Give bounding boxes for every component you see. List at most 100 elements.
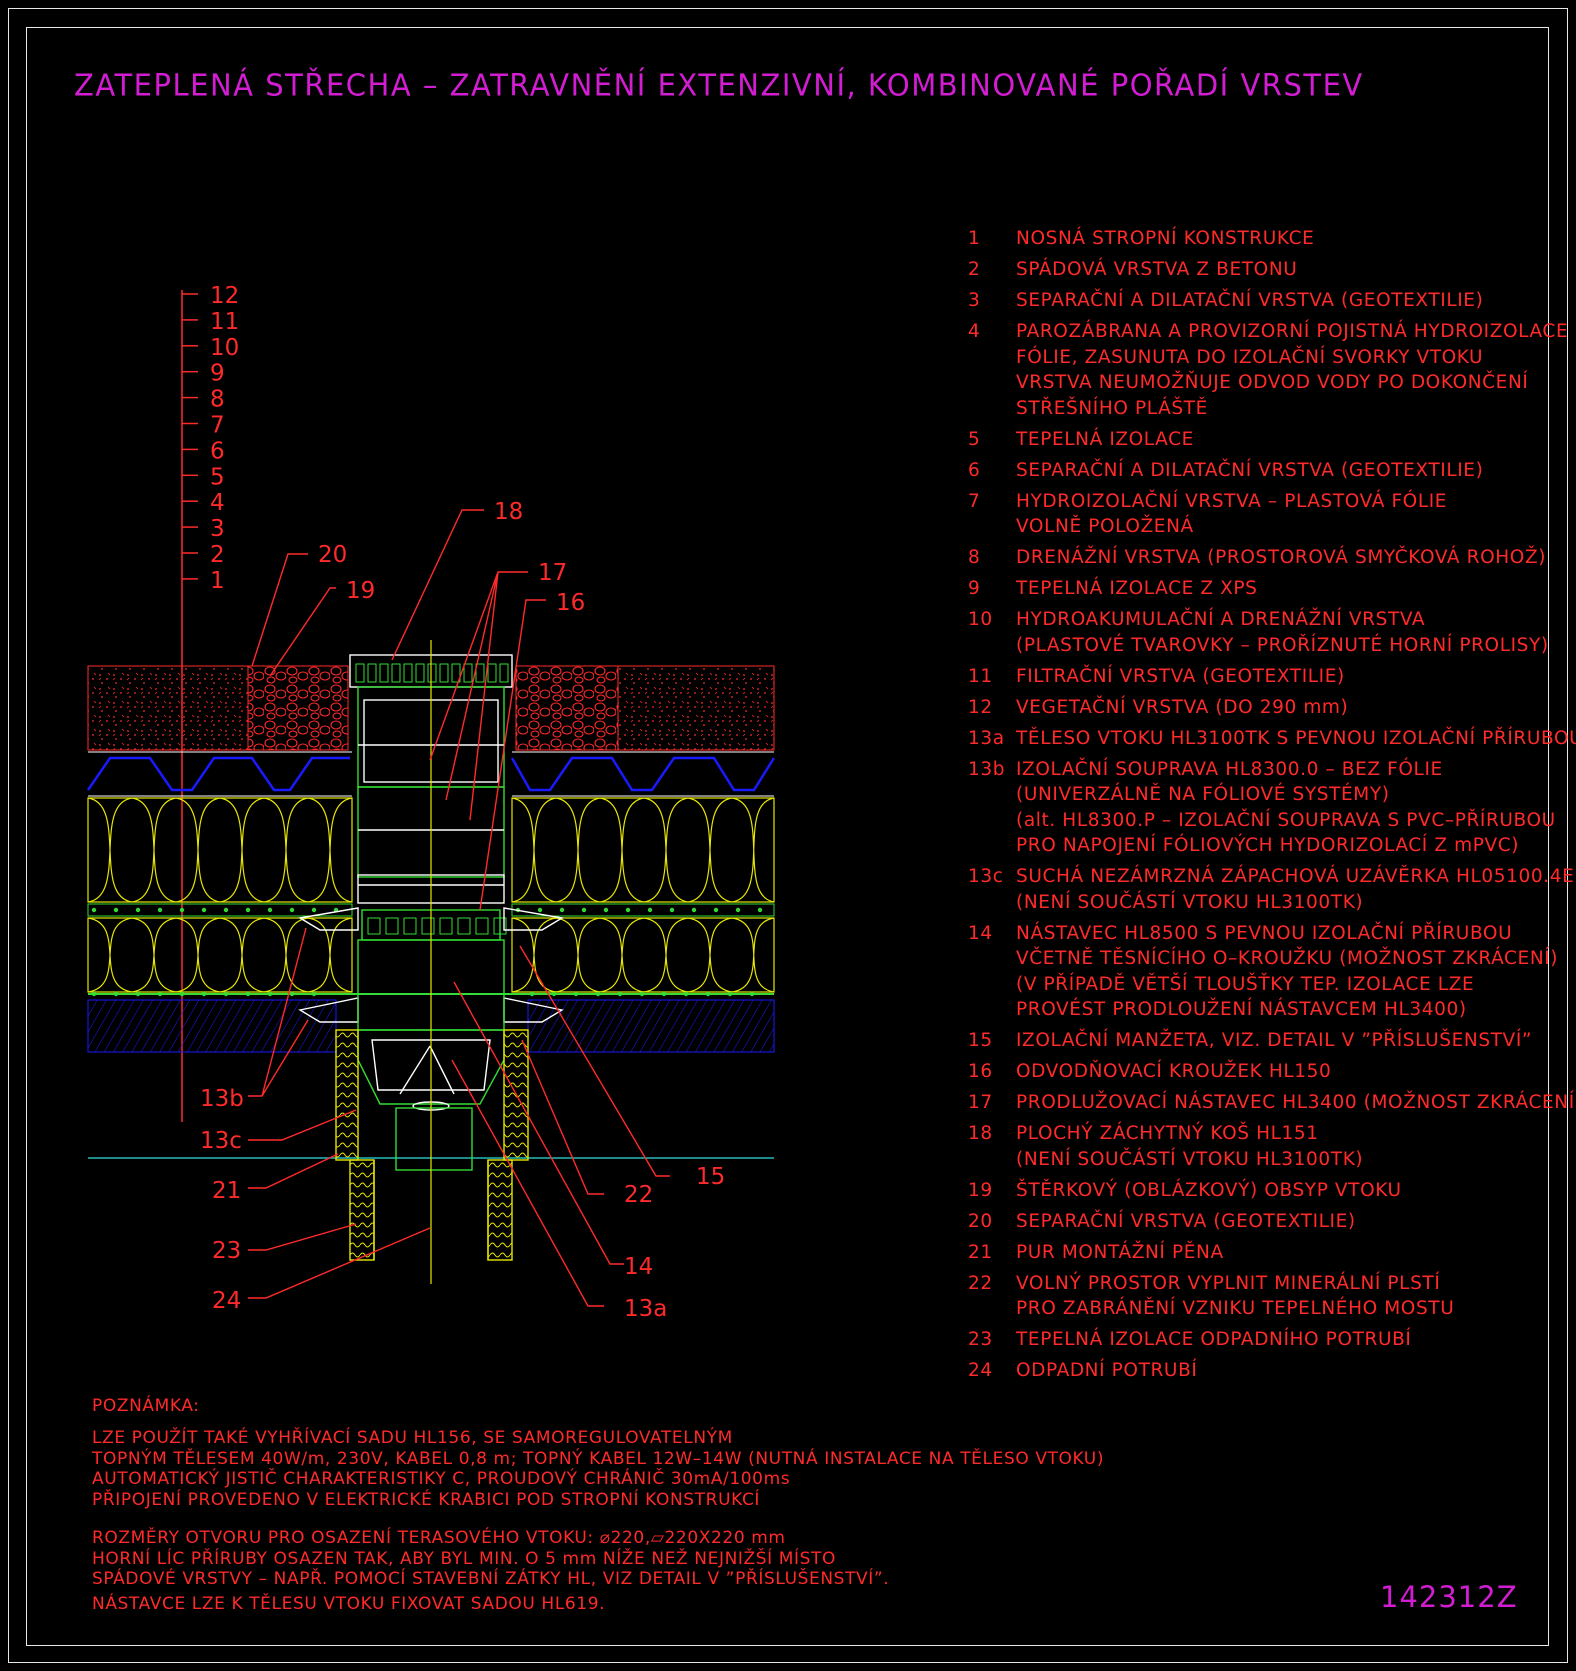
legend-text: SPÁDOVÁ VRSTVA Z BETONU xyxy=(1016,257,1297,283)
callout-23: 23 xyxy=(212,1238,241,1264)
legend-text: ODPADNÍ POTRUBÍ xyxy=(1016,1358,1197,1384)
legend-text: IZOLAČNÍ SOUPRAVA HL8300.0 – BEZ FÓLIE (U… xyxy=(1016,757,1556,859)
legend-line: VOLNĚ POLOŽENÁ xyxy=(1016,516,1194,537)
layer-scale-11: 11 xyxy=(210,309,239,335)
legend-text: HYDROIZOLAČNÍ VRSTVA – PLASTOVÁ FÓLIE VOL… xyxy=(1016,489,1447,540)
legend-line: FÓLIE, ZASUNUTA DO IZOLAČNÍ SVORKY VTOKU xyxy=(1016,346,1484,368)
callout-13c: 13c xyxy=(200,1128,242,1154)
legend-line: (NENÍ SOUČÁSTÍ VTOKU HL3100TK) xyxy=(1016,1148,1364,1170)
callout-24: 24 xyxy=(212,1288,241,1314)
legend-text: TEPELNÁ IZOLACE ODPADNÍHO POTRUBÍ xyxy=(1016,1327,1411,1353)
gravel-surround xyxy=(247,665,619,751)
legend-line: HYDROAKUMULAČNÍ A DRENÁŽNÍ VRSTVA xyxy=(1016,609,1426,630)
legend-text: NOSNÁ STROPNÍ KONSTRUKCE xyxy=(1016,226,1314,252)
legend-line: PRO NAPOJENÍ FÓLIOVÝCH HYDORIZOLACÍ Z mP… xyxy=(1016,835,1520,856)
layer-scale-9: 9 xyxy=(210,361,225,387)
legend-line: (PLASTOVÉ TVAROVKY – PROŘÍZNUTÉ HORNÍ PR… xyxy=(1016,634,1549,656)
layer-scale-8: 8 xyxy=(210,387,225,413)
legend-text: TEPELNÁ IZOLACE xyxy=(1016,427,1194,453)
legend-text: NÁSTAVEC HL8500 S PEVNOU IZOLAČNÍ PŘÍRUB… xyxy=(1016,921,1558,1023)
legend-number: 23 xyxy=(968,1329,993,1350)
legend-text: SUCHÁ NEZÁMRZNÁ ZÁPACHOVÁ UZÁVĚRKA HL051… xyxy=(1016,864,1574,915)
layer-scale-6: 6 xyxy=(210,438,225,464)
legend-line: TĚLESO VTOKU HL3100TK S PEVNOU IZOLAČNÍ … xyxy=(1016,727,1576,749)
note-line: PŘIPOJENÍ PROVEDENO V ELEKTRICKÉ KRABICI… xyxy=(92,1489,761,1510)
legend-line: SUCHÁ NEZÁMRZNÁ ZÁPACHOVÁ UZÁVĚRKA HL051… xyxy=(1016,866,1575,887)
note-line: SPÁDOVÉ VRSTVY – NAPŘ. POMOCÍ STAVEBNÍ Z… xyxy=(92,1569,890,1589)
legend-number: 22 xyxy=(968,1272,993,1294)
legend-line: (V PŘÍPADĚ VĚTŠÍ TLOUŠŤKY TEP. IZOLACE L… xyxy=(1016,973,1475,995)
legend-number: 13c xyxy=(968,866,1004,887)
note-line: HORNÍ LÍC PŘÍRUBY OSAZEN TAK, ABY BYL MI… xyxy=(92,1548,836,1569)
legend-text: TEPELNÁ IZOLACE Z XPS xyxy=(1016,576,1257,602)
legend-number: 12 xyxy=(968,696,993,718)
legend-number: 6 xyxy=(968,459,981,481)
legend-line: TEPELNÁ IZOLACE Z XPS xyxy=(1016,578,1258,599)
legend-line: DRENÁŽNÍ VRSTVA (PROSTOROVÁ SMYČKOVÁ ROH… xyxy=(1016,547,1547,568)
legend-number: 3 xyxy=(968,290,981,311)
notes-block-2: ROZMĚRY OTVORU PRO OSAZENÍ TERASOVÉHO VT… xyxy=(92,1528,889,1590)
legend-line: SEPARAČNÍ A DILATAČNÍ VRSTVA (GEOTEXTILI… xyxy=(1016,290,1484,311)
legend-line: VOLNÝ PROSTOR VYPLNIT MINERÁLNÍ PLSTÍ xyxy=(1016,1272,1441,1294)
legend-text: PUR MONTÁŽNÍ PĚNA xyxy=(1016,1240,1224,1266)
legend-number: 20 xyxy=(968,1210,993,1232)
legend-line: PRODLUŽOVACÍ NÁSTAVEC HL3400 (MOŽNOST ZK… xyxy=(1016,1092,1576,1113)
legend-text: FILTRAČNÍ VRSTVA (GEOTEXTILIE) xyxy=(1016,664,1345,690)
callout-21: 21 xyxy=(212,1178,241,1204)
legend-number: 17 xyxy=(968,1092,993,1113)
legend-number: 8 xyxy=(968,547,981,568)
legend-number: 16 xyxy=(968,1061,993,1082)
notes-block-1: LZE POUŽÍT TAKÉ VYHŘÍVACÍ SADU HL156, SE… xyxy=(92,1428,1104,1510)
legend-line: PRO ZABRÁNĚNÍ VZNIKU TEPELNÉHO MOSTU xyxy=(1016,1298,1455,1319)
note-line: AUTOMATICKÝ JISTIČ CHARAKTERISTIKY C, PR… xyxy=(92,1469,791,1489)
legend-line: SPÁDOVÁ VRSTVA Z BETONU xyxy=(1016,259,1298,280)
note-line: LZE POUŽÍT TAKÉ VYHŘÍVACÍ SADU HL156, SE… xyxy=(92,1428,733,1448)
legend-text: IZOLAČNÍ MANŽETA, VIZ. DETAIL V ”PŘÍSLUŠ… xyxy=(1016,1028,1532,1054)
callout-18: 18 xyxy=(494,499,523,525)
legend-number: 7 xyxy=(968,490,981,512)
layer-scale-2: 2 xyxy=(210,542,225,568)
legend-line: (alt. HL8300.P – IZOLAČNÍ SOUPRAVA S PVC… xyxy=(1016,809,1556,831)
legend-text: DRENÁŽNÍ VRSTVA (PROSTOROVÁ SMYČKOVÁ ROH… xyxy=(1016,545,1546,571)
legend-number: 10 xyxy=(968,609,993,630)
legend-line: ŠTĚRKOVÝ (OBLÁZKOVÝ) OBSYP VTOKU xyxy=(1016,1179,1402,1201)
legend-text: SEPARAČNÍ A DILATAČNÍ VRSTVA (GEOTEXTILI… xyxy=(1016,288,1483,314)
legend-text: SEPARAČNÍ A DILATAČNÍ VRSTVA (GEOTEXTILI… xyxy=(1016,458,1483,484)
legend-text: PLOCHÝ ZÁCHYTNÝ KOŠ HL151 (NENÍ SOUČÁSTÍ … xyxy=(1016,1121,1363,1172)
legend-line: IZOLAČNÍ MANŽETA, VIZ. DETAIL V ”PŘÍSLUŠ… xyxy=(1016,1030,1533,1051)
legend-text: ŠTĚRKOVÝ (OBLÁZKOVÝ) OBSYP VTOKU xyxy=(1016,1178,1402,1204)
callout-13a: 13a xyxy=(624,1296,667,1322)
legend-line: ODVODŇOVACÍ KROUŽEK HL150 xyxy=(1016,1061,1332,1082)
note-line: TOPNÝM TĚLESEM 40W/m, 230V, KABEL 0,8 m;… xyxy=(92,1448,1105,1469)
legend-number: 13b xyxy=(968,758,1006,780)
legend-line: IZOLAČNÍ SOUPRAVA HL8300.0 – BEZ FÓLIE xyxy=(1016,758,1443,780)
legend-number: 2 xyxy=(968,259,981,280)
legend-text: TĚLESO VTOKU HL3100TK S PEVNOU IZOLAČNÍ … xyxy=(1016,726,1576,752)
callout-17: 17 xyxy=(538,560,567,586)
legend-line: VČETNĚ TĚSNÍCÍHO O–KROUŽKU (MOŽNOST ZKRÁ… xyxy=(1016,948,1559,969)
legend-line: TEPELNÁ IZOLACE ODPADNÍHO POTRUBÍ xyxy=(1016,1329,1412,1350)
legend-number: 13a xyxy=(968,727,1005,749)
legend-line: NÁSTAVEC HL8500 S PEVNOU IZOLAČNÍ PŘÍRUB… xyxy=(1016,922,1513,944)
legend-text: PAROZÁBRANA A PROVIZORNÍ POJISTNÁ HYDROI… xyxy=(1016,319,1568,421)
legend-number: 24 xyxy=(968,1360,993,1381)
notes-block-3: NÁSTAVCE LZE K TĚLESU VTOKU FIXOVAT SADO… xyxy=(92,1594,606,1614)
callout-19: 19 xyxy=(346,578,375,604)
legend-number: 14 xyxy=(968,922,993,944)
layer-scale-5: 5 xyxy=(210,464,225,490)
note-line: ROZMĚRY OTVORU PRO OSAZENÍ TERASOVÉHO VT… xyxy=(92,1528,786,1548)
legend-line: HYDROIZOLAČNÍ VRSTVA – PLASTOVÁ FÓLIE xyxy=(1016,490,1448,512)
legend-number: 5 xyxy=(968,428,981,450)
layer-scale-1: 1 xyxy=(210,568,225,594)
notes-heading: POZNÁMKA: xyxy=(92,1396,200,1416)
legend-line: SEPARAČNÍ VRSTVA (GEOTEXTILIE) xyxy=(1016,1210,1356,1232)
callout-13b: 13b xyxy=(200,1086,244,1112)
layer-scale-4: 4 xyxy=(210,490,225,516)
legend-line: SEPARAČNÍ A DILATAČNÍ VRSTVA (GEOTEXTILI… xyxy=(1016,459,1484,481)
callout-14: 14 xyxy=(624,1254,653,1280)
layer-scale-3: 3 xyxy=(210,516,225,542)
legend-number: 19 xyxy=(968,1179,993,1201)
callout-16: 16 xyxy=(556,590,585,616)
layer-scale-7: 7 xyxy=(210,413,225,439)
legend-line: TEPELNÁ IZOLACE xyxy=(1016,428,1194,450)
